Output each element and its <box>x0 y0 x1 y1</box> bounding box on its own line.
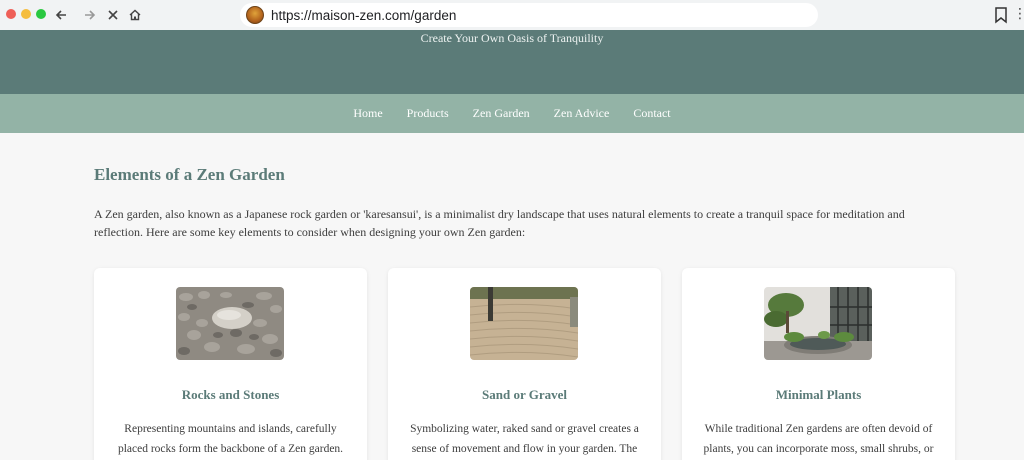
url-text: https://maison-zen.com/garden <box>271 7 457 23</box>
stop-loading-icon[interactable] <box>103 5 123 25</box>
card-rocks-and-stones: Rocks and Stones Representing mountains … <box>94 268 367 460</box>
rocks-image <box>176 287 284 360</box>
card-text: While traditional Zen gardens are often … <box>703 423 934 455</box>
card-title: Rocks and Stones <box>181 387 280 402</box>
menu-icon[interactable]: ⋮ <box>1013 6 1024 24</box>
nav-link-zen-advice[interactable]: Zen Advice <box>542 106 622 121</box>
home-icon[interactable] <box>125 5 145 25</box>
site-tagline: Create Your Own Oasis of Tranquility <box>420 31 604 45</box>
plants-image <box>764 287 872 360</box>
window-controls <box>6 9 46 19</box>
card-text: Representing mountains and islands, care… <box>117 423 344 455</box>
sand-image <box>470 287 578 360</box>
card-text: Symbolizing water, raked sand or gravel … <box>410 423 639 455</box>
bookmark-icon[interactable] <box>993 6 1009 24</box>
card-title: Minimal Plants <box>775 387 862 402</box>
card-title: Sand or Gravel <box>482 387 567 402</box>
card-sand-or-gravel: Sand or Gravel Symbolizing water, raked … <box>388 268 661 460</box>
site-favicon-icon <box>246 6 264 24</box>
maximize-window-button[interactable] <box>36 9 46 19</box>
back-arrow-icon[interactable] <box>51 5 71 25</box>
forward-arrow-icon[interactable] <box>80 5 100 25</box>
nav-link-products[interactable]: Products <box>395 106 461 121</box>
nav-link-contact[interactable]: Contact <box>621 106 682 121</box>
nav-link-home[interactable]: Home <box>341 106 394 121</box>
page-title: Elements of a Zen Garden <box>94 165 285 184</box>
address-bar[interactable]: https://maison-zen.com/garden <box>240 3 818 27</box>
minimize-window-button[interactable] <box>21 9 31 19</box>
intro-paragraph: A Zen garden, also known as a Japanese r… <box>94 207 905 239</box>
card-minimal-plants: Minimal Plants While traditional Zen gar… <box>682 268 955 460</box>
nav-link-zen-garden[interactable]: Zen Garden <box>461 106 542 121</box>
browser-toolbar: https://maison-zen.com/garden ⋮ <box>0 0 1024 30</box>
close-window-button[interactable] <box>6 9 16 19</box>
site-hero-banner: Create Your Own Oasis of Tranquility <box>0 30 1024 94</box>
site-navigation: Home Products Zen Garden Zen Advice Cont… <box>0 94 1024 133</box>
